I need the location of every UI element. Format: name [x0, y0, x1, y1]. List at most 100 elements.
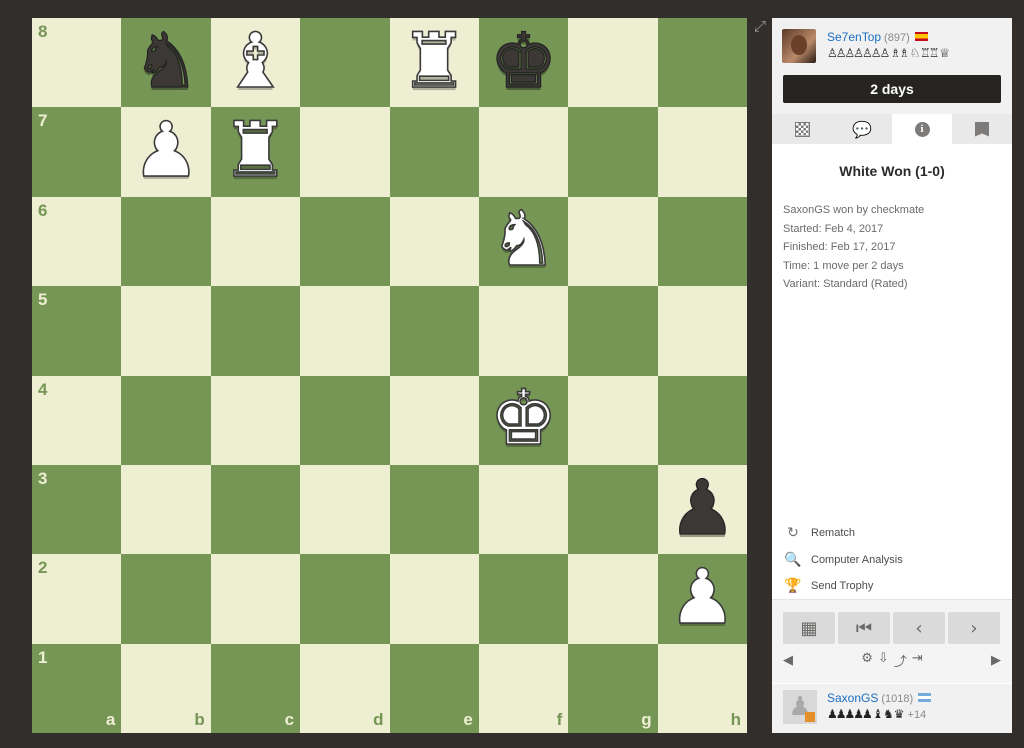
square-b5[interactable]	[121, 286, 211, 376]
square-d7[interactable]	[300, 107, 390, 197]
arrow-left-icon[interactable]: ◀	[783, 653, 793, 668]
square-d6[interactable]	[300, 196, 390, 287]
computer-analysis-link[interactable]: 🔍 Computer Analysis	[783, 547, 902, 574]
white-king-icon[interactable]: ♚	[489, 379, 559, 457]
tab-board[interactable]	[772, 114, 832, 144]
export-icon[interactable]: ⇥	[912, 651, 923, 670]
square-b8[interactable]: ♞	[121, 18, 211, 108]
square-g6[interactable]	[568, 196, 658, 287]
send-trophy-label: Send Trophy	[811, 580, 874, 593]
black-king-icon[interactable]: ♚	[489, 22, 558, 99]
square-d8[interactable]	[300, 18, 390, 108]
square-d5[interactable]	[300, 286, 390, 376]
square-a7[interactable]: 7	[32, 107, 122, 197]
square-h3[interactable]: ♟	[657, 464, 747, 555]
square-b4[interactable]	[121, 375, 211, 465]
white-rook-icon[interactable]: ♜	[399, 21, 469, 99]
square-e8[interactable]: ♜	[389, 18, 479, 108]
square-b7[interactable]: ♟	[121, 107, 211, 197]
square-e6[interactable]	[389, 196, 479, 287]
square-a5[interactable]: 5	[32, 286, 122, 376]
square-g3[interactable]	[568, 464, 658, 555]
square-d4[interactable]	[300, 375, 390, 465]
square-h5[interactable]	[657, 286, 747, 376]
square-b1[interactable]: b	[121, 643, 211, 733]
file-label: e	[463, 710, 473, 729]
square-h2[interactable]: ♟	[657, 554, 747, 644]
previous-move-button[interactable]: ‹	[893, 612, 945, 644]
square-g7[interactable]	[568, 107, 658, 197]
square-d1[interactable]: d	[300, 643, 390, 733]
share-icon[interactable]: ⤴	[894, 651, 907, 670]
square-b2[interactable]	[121, 554, 211, 644]
square-f5[interactable]	[478, 286, 569, 376]
square-c3[interactable]	[210, 464, 301, 555]
square-c7[interactable]: ♜	[210, 107, 301, 197]
square-h4[interactable]	[657, 375, 747, 465]
square-e5[interactable]	[389, 286, 479, 376]
square-f4[interactable]: ♚	[478, 375, 569, 465]
first-move-button[interactable]: ⏮	[838, 612, 890, 644]
square-b6[interactable]	[121, 196, 211, 287]
white-knight-icon[interactable]: ♞	[489, 200, 559, 278]
square-c6[interactable]	[210, 196, 301, 287]
gear-icon[interactable]: ⚙	[861, 651, 873, 670]
square-e1[interactable]: e	[389, 643, 479, 733]
square-f7[interactable]	[478, 107, 569, 197]
next-move-button[interactable]: ›	[948, 612, 1000, 644]
rematch-link[interactable]: ↻ Rematch	[783, 520, 903, 547]
white-pawn-icon[interactable]: ♟	[667, 558, 737, 636]
white-pawn-icon[interactable]: ♟	[131, 111, 201, 189]
square-g8[interactable]	[568, 18, 658, 108]
square-g2[interactable]	[568, 554, 658, 644]
tab-notes[interactable]	[952, 114, 1012, 144]
square-g1[interactable]: g	[568, 643, 658, 733]
avatar[interactable]: ♟	[783, 690, 817, 724]
bottom-player-name[interactable]: SaxonGS (1018)	[827, 691, 932, 705]
download-icon[interactable]: ⇩	[878, 651, 889, 670]
square-e3[interactable]	[389, 464, 479, 555]
square-f8[interactable]: ♚	[478, 18, 569, 108]
square-g4[interactable]	[568, 375, 658, 465]
square-c1[interactable]: c	[210, 643, 301, 733]
square-f2[interactable]	[478, 554, 569, 644]
square-d3[interactable]	[300, 464, 390, 555]
white-bishop-icon[interactable]: ♝	[221, 21, 291, 99]
square-c8[interactable]: ♝	[210, 18, 301, 108]
square-e7[interactable]	[389, 107, 479, 197]
tab-chat[interactable]: 💬	[832, 114, 892, 144]
arrow-right-icon[interactable]: ▶	[991, 653, 1001, 668]
square-b3[interactable]	[121, 464, 211, 555]
square-h1[interactable]: h	[657, 643, 747, 733]
square-e2[interactable]	[389, 554, 479, 644]
tab-info[interactable]: i	[892, 114, 952, 144]
square-a3[interactable]: 3	[32, 464, 122, 555]
square-f1[interactable]: f	[478, 643, 569, 733]
square-h6[interactable]	[657, 196, 747, 287]
square-g5[interactable]	[568, 286, 658, 376]
square-h7[interactable]	[657, 107, 747, 197]
black-knight-icon[interactable]: ♞	[131, 22, 200, 99]
square-a6[interactable]: 6	[32, 196, 122, 287]
square-d2[interactable]	[300, 554, 390, 644]
square-c4[interactable]	[210, 375, 301, 465]
white-rook-icon[interactable]: ♜	[221, 111, 291, 189]
square-e4[interactable]	[389, 375, 479, 465]
square-a4[interactable]: 4	[32, 375, 122, 465]
avatar[interactable]	[782, 29, 816, 63]
square-c5[interactable]	[210, 286, 301, 376]
black-pawn-icon[interactable]: ♟	[668, 468, 737, 545]
expand-icon[interactable]: ⤢	[752, 19, 768, 35]
chess-board[interactable]: 8 ♞ ♝ ♜ ♚ 7 ♟ ♜ 6 ♞ 5 4 ♚ 3 ♟ 2 ♟ 1 a b c d e f g h	[32, 18, 747, 733]
analysis-board-button[interactable]: ▦	[783, 612, 835, 644]
top-player-name[interactable]: Se7enTop (897)	[827, 30, 928, 44]
square-a8[interactable]: 8	[32, 18, 122, 108]
square-f3[interactable]	[478, 464, 569, 555]
send-trophy-link[interactable]: 🏆 Send Trophy	[783, 573, 903, 600]
square-a2[interactable]: 2	[32, 554, 122, 644]
material-advantage: +14	[907, 709, 927, 721]
square-f6[interactable]: ♞	[478, 196, 569, 287]
square-h8[interactable]	[657, 18, 747, 108]
square-a1[interactable]: 1a	[32, 643, 122, 733]
square-c2[interactable]	[210, 554, 301, 644]
